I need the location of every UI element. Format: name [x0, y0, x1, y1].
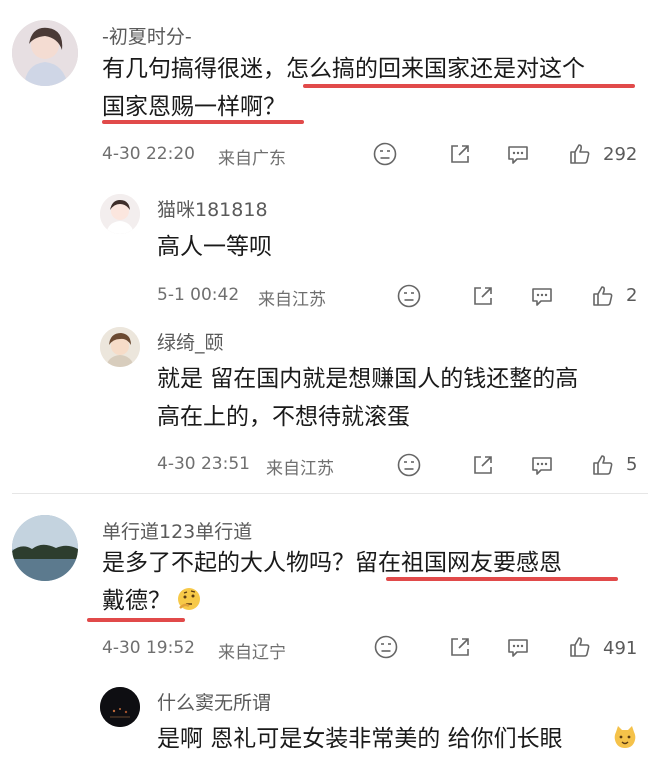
comment-time: 4-30 19:52 — [102, 638, 195, 658]
like-count: 2 — [626, 285, 638, 306]
username[interactable]: -初夏时分- — [102, 22, 192, 49]
comment-location: 来自江苏 — [266, 459, 334, 479]
like-icon[interactable] — [590, 452, 616, 478]
comment-icon[interactable] — [529, 452, 555, 478]
highlight-underline — [102, 120, 304, 124]
username[interactable]: 猫咪181818 — [157, 195, 268, 222]
highlight-underline — [386, 577, 618, 581]
avatar[interactable] — [12, 20, 78, 86]
like-count: 292 — [603, 144, 638, 165]
thinking-emoji — [176, 586, 202, 612]
username[interactable]: 绿绮_颐 — [157, 328, 224, 355]
comment-text-line: 高人一等呗 — [157, 234, 272, 260]
username[interactable]: 单行道123单行道 — [102, 517, 252, 544]
share-icon[interactable] — [470, 283, 496, 309]
like-icon[interactable] — [567, 634, 593, 660]
like-count: 491 — [603, 638, 638, 659]
comment-text-line: 就是 留在国内就是想赚国人的钱还整的高 — [157, 366, 579, 392]
comment-time: 4-30 23:51 — [157, 454, 250, 474]
like-icon[interactable] — [567, 141, 593, 167]
highlight-underline — [87, 618, 185, 622]
divider — [12, 493, 648, 494]
comment-location: 来自广东 — [218, 149, 286, 169]
like-icon[interactable] — [590, 283, 616, 309]
avatar[interactable] — [12, 515, 78, 581]
dislike-icon[interactable] — [396, 283, 422, 309]
comment-text-line: 是啊 恩礼可是女装非常美的 给你们长眼 — [157, 726, 563, 752]
dislike-icon[interactable] — [396, 452, 422, 478]
avatar[interactable] — [100, 194, 140, 234]
comment-location: 来自江苏 — [258, 290, 326, 310]
share-icon[interactable] — [447, 634, 473, 660]
share-icon[interactable] — [447, 141, 473, 167]
like-count: 5 — [626, 454, 638, 475]
comment-text-line: 有几句搞得很迷，怎么搞的回来国家还是对这个 — [102, 56, 585, 82]
comment-icon[interactable] — [529, 283, 555, 309]
comment-time: 4-30 22:20 — [102, 144, 195, 164]
comment-location: 来自辽宁 — [218, 643, 286, 663]
dislike-icon[interactable] — [372, 141, 398, 167]
comment-text-line: 高在上的，不想待就滚蛋 — [157, 404, 410, 430]
comment-icon[interactable] — [505, 141, 531, 167]
username[interactable]: 什么窦无所谓 — [157, 688, 271, 715]
highlight-underline — [303, 84, 635, 88]
comment-time: 5-1 00:42 — [157, 285, 240, 305]
avatar[interactable] — [100, 687, 140, 727]
share-icon[interactable] — [470, 452, 496, 478]
dislike-icon[interactable] — [373, 634, 399, 660]
avatar[interactable] — [100, 327, 140, 367]
cat-emoji — [612, 724, 638, 750]
comment-icon[interactable] — [505, 634, 531, 660]
comment-text-line: 戴德？ — [102, 588, 171, 614]
